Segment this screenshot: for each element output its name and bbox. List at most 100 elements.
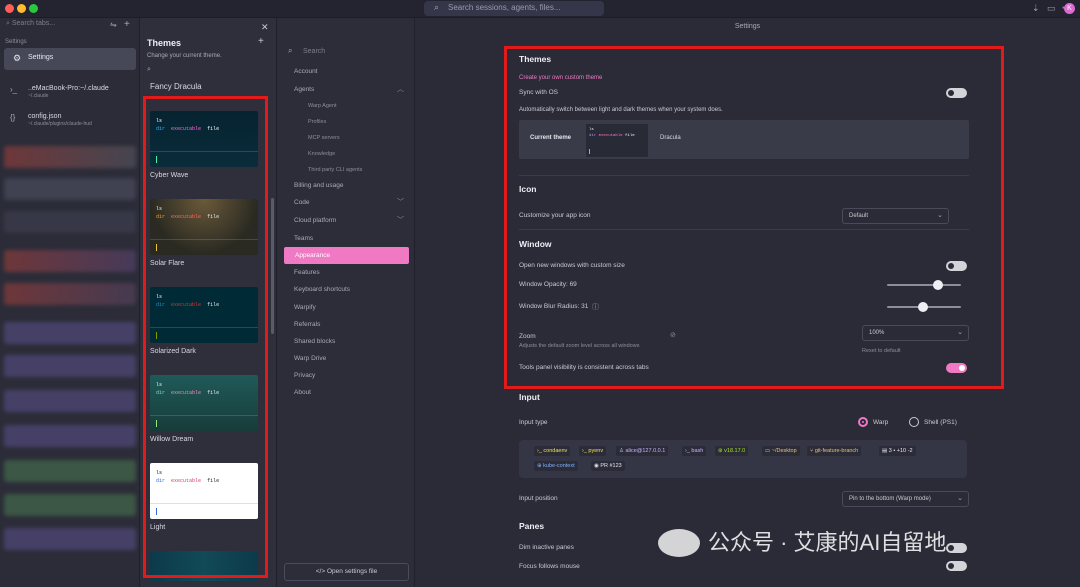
themes-panel-title: Themes <box>147 38 182 48</box>
new-tab-button[interactable]: + <box>124 19 130 30</box>
dim-inactive-label: Dim inactive panes <box>519 544 574 551</box>
nav-item-warp-agent[interactable]: Warp Agent <box>308 103 337 109</box>
blurred-tab[interactable] <box>4 528 136 550</box>
add-theme-button[interactable]: + <box>258 36 264 47</box>
blurred-tab[interactable] <box>4 178 136 200</box>
chip-cwd: ▭ ~/Desktop <box>762 446 800 456</box>
chevron-down-icon: ⌄ <box>957 495 963 502</box>
open-settings-file-label: Open settings file <box>326 568 378 575</box>
prompt-preview: ›_ condaenv ›_ pyenv ♙ alice@127.0.0.1 ›… <box>519 440 967 478</box>
chip-text: condaenv <box>543 448 568 454</box>
chip-text: alice@127.0.0.1 <box>625 448 666 454</box>
focus-follows-toggle[interactable] <box>946 561 967 571</box>
close-window-button[interactable] <box>5 4 14 13</box>
nav-item-warpify[interactable]: Warpify <box>294 304 316 311</box>
blurred-tab[interactable] <box>4 250 136 272</box>
tab-settings[interactable]: ⚙ Settings <box>4 48 136 70</box>
nav-item-billing[interactable]: Billing and usage <box>294 182 344 189</box>
global-search-placeholder: Search sessions, agents, files... <box>448 3 561 12</box>
nav-item-privacy[interactable]: Privacy <box>294 372 315 379</box>
nav-item-profiles[interactable]: Profiles <box>308 119 326 125</box>
blurred-tab[interactable] <box>4 146 136 168</box>
page-title: Settings <box>734 23 761 30</box>
nav-item-code[interactable]: Code <box>294 199 310 206</box>
nav-item-knowledge[interactable]: Knowledge <box>308 151 335 157</box>
open-settings-file-button[interactable]: </> Open settings file <box>284 563 409 581</box>
settings-search-input[interactable]: Search <box>303 48 325 55</box>
chip-git-branch: ⑂ git-feature-branch <box>807 446 862 456</box>
chip-text: pyenv <box>588 448 604 454</box>
dim-inactive-toggle[interactable] <box>946 543 967 553</box>
blurred-tab[interactable] <box>4 460 136 482</box>
blurred-tab[interactable] <box>4 355 136 377</box>
tab-path: ~/.claude/plugins/claude-hud <box>28 121 92 127</box>
zoom-window-button[interactable] <box>29 4 38 13</box>
tab-title: config.json <box>28 113 62 120</box>
close-icon[interactable]: ✕ <box>261 22 269 33</box>
nav-item-cloud-platform[interactable]: Cloud platform <box>294 217 336 224</box>
avatar[interactable]: K <box>1064 3 1075 14</box>
nav-item-mcp-servers[interactable]: MCP servers <box>308 135 340 141</box>
title-bar: ⌕ Search sessions, agents, files... ⇣ ▭ … <box>0 0 1080 18</box>
chevron-down-icon[interactable]: ﹀ <box>397 197 404 207</box>
chevron-down-icon[interactable]: ﹀ <box>397 215 404 225</box>
blurred-tab[interactable] <box>4 494 136 516</box>
nav-item-agents[interactable]: Agents <box>294 86 314 93</box>
input-type-label: Input type <box>519 419 548 426</box>
input-type-shell-label: Shell (PS1) <box>924 419 957 426</box>
nav-item-features[interactable]: Features <box>294 269 320 276</box>
minimize-window-button[interactable] <box>17 4 26 13</box>
tab-search-input[interactable]: ⌕ Search tabs... <box>6 20 55 28</box>
tabs-sidebar: ⌕ Search tabs... ⇋ + Settings ⚙ Settings… <box>0 18 140 587</box>
input-section-title: Input <box>519 392 540 402</box>
terminal-icon: ›_ <box>10 85 18 94</box>
chip-node: ⊛ v18.17.0 <box>715 446 749 456</box>
nav-item-keyboard-shortcuts[interactable]: Keyboard shortcuts <box>294 286 350 293</box>
input-type-warp-radio[interactable] <box>858 417 868 427</box>
highlight-box <box>143 96 268 578</box>
blurred-tab[interactable] <box>4 322 136 344</box>
blurred-tab[interactable] <box>4 283 136 305</box>
focus-follows-label: Focus follows mouse <box>519 563 580 570</box>
highlight-box <box>504 46 1004 389</box>
blurred-tab[interactable] <box>4 390 136 412</box>
search-icon[interactable]: ⌕ <box>147 66 151 74</box>
global-search-bar[interactable]: ⌕ Search sessions, agents, files... <box>424 1 604 16</box>
nav-item-appearance[interactable]: Appearance <box>284 247 409 264</box>
chip-shell: ›_ bash <box>682 446 707 456</box>
chip-condaenv: ›_ condaenv <box>534 446 571 456</box>
nav-item-shared-blocks[interactable]: Shared blocks <box>294 338 335 345</box>
download-icon[interactable]: ⇣ <box>1032 3 1040 14</box>
watermark-text: 公众号 · 艾康的AI自留地 <box>708 530 947 555</box>
inbox-icon[interactable]: ▭ <box>1047 3 1056 14</box>
blurred-tab[interactable] <box>4 425 136 447</box>
chip-git-diff: ▤ 3 • +10 -2 <box>879 446 916 456</box>
tab-config-json[interactable]: {} config.json ~/.claude/plugins/claude-… <box>6 113 136 127</box>
themes-scrollbar[interactable] <box>271 198 274 334</box>
input-type-warp-label: Warp <box>873 419 889 426</box>
nav-item-referrals[interactable]: Referrals <box>294 321 320 328</box>
chevron-up-icon[interactable]: ︿ <box>397 84 404 94</box>
filter-icon[interactable]: ⇋ <box>110 20 117 29</box>
nav-item-account[interactable]: Account <box>294 68 318 75</box>
input-position-label: Input position <box>519 495 558 502</box>
chip-text: PR #123 <box>600 463 622 469</box>
tab-terminal-claude[interactable]: ›_ ..eMacBook-Pro:~/.claude ~/.claude <box>6 85 136 99</box>
nav-item-about[interactable]: About <box>294 389 311 396</box>
nav-item-third-party[interactable]: Third party CLI agents <box>308 167 362 173</box>
current-theme-name: Fancy Dracula <box>150 82 202 91</box>
settings-nav: ⌕ Search Account Agents ︿ Warp Agent Pro… <box>277 18 415 587</box>
code-icon: </> <box>315 568 327 575</box>
nav-item-warp-drive[interactable]: Warp Drive <box>294 355 326 362</box>
chip-kube-context: ⊕ kube-context <box>534 461 578 471</box>
chip-text: 3 • +10 -2 <box>888 448 913 454</box>
panes-section-title: Panes <box>519 521 545 531</box>
blurred-tab[interactable] <box>4 211 136 233</box>
input-position-select[interactable]: Pin to the bottom (Warp mode) ⌄ <box>842 491 969 507</box>
nav-item-teams[interactable]: Teams <box>294 235 313 242</box>
gear-icon: ⚙ <box>13 53 22 63</box>
wechat-logo <box>658 529 700 557</box>
chip-pyenv: ›_ pyenv <box>579 446 607 456</box>
input-type-shell-radio[interactable] <box>909 417 919 427</box>
tab-path: ~/.claude <box>28 93 49 99</box>
